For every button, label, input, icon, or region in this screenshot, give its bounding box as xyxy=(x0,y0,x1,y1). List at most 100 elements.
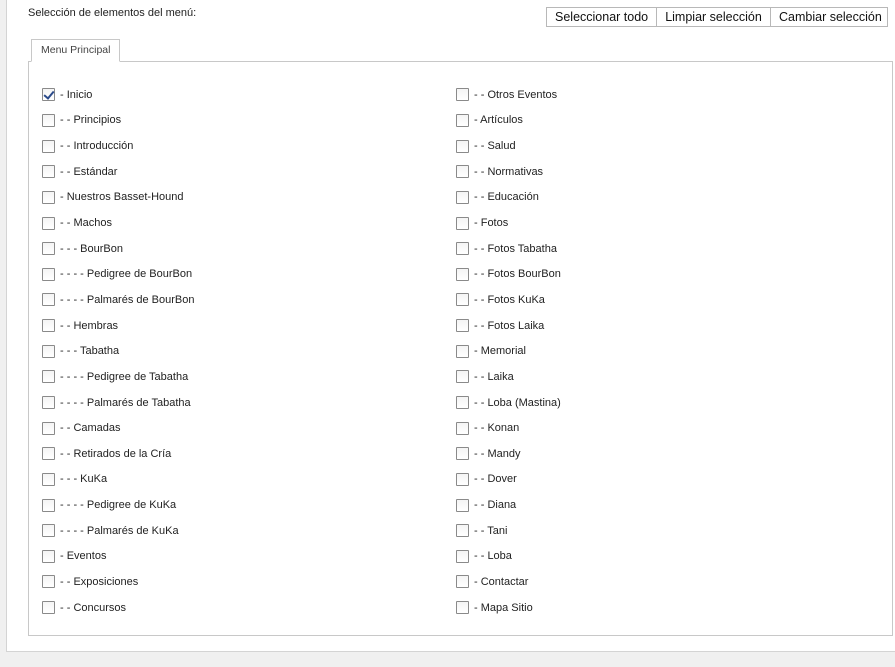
menu-item-checkbox[interactable] xyxy=(456,113,469,127)
menu-item-checkbox[interactable] xyxy=(42,549,55,563)
menu-item-row[interactable]: - - Machos xyxy=(42,210,195,236)
menu-item-row[interactable]: - - Normativas xyxy=(456,159,561,185)
menu-item-checkbox[interactable] xyxy=(42,370,55,384)
menu-item-checkbox[interactable] xyxy=(456,139,469,153)
menu-items-left-column: - Inicio - - Principios - - Introducción - … xyxy=(42,82,195,620)
menu-item-row[interactable]: - Contactar xyxy=(456,569,561,595)
menu-item-row[interactable]: - - Fotos KuKa xyxy=(456,287,561,313)
menu-item-checkbox[interactable] xyxy=(456,396,469,409)
menu-item-row[interactable]: - - - - Palmarés de BourBon xyxy=(42,287,195,313)
menu-item-label: - - Exposiciones xyxy=(60,575,139,588)
menu-item-checkbox[interactable] xyxy=(456,165,469,179)
tab-menu-principal[interactable]: Menu Principal xyxy=(31,39,121,62)
menu-item-row[interactable]: - - Camadas xyxy=(42,415,195,441)
menu-item-checkbox[interactable] xyxy=(456,421,469,435)
menu-item-row[interactable]: - - - - Pedigree de BourBon xyxy=(42,261,195,287)
menu-item-checkbox[interactable] xyxy=(42,575,55,589)
menu-item-row[interactable]: - - Fotos Laika xyxy=(456,313,561,339)
menu-item-checkbox[interactable] xyxy=(42,319,55,333)
menu-item-row[interactable]: - - Konan xyxy=(456,415,561,441)
menu-item-checkbox[interactable] xyxy=(456,524,469,538)
menu-item-checkbox[interactable] xyxy=(456,575,469,589)
clear-selection-button[interactable]: Limpiar selección xyxy=(656,7,771,27)
menu-item-row[interactable]: - - - - Pedigree de KuKa xyxy=(42,492,195,518)
menu-item-row[interactable]: - - - - Palmarés de KuKa xyxy=(42,518,195,544)
menu-item-label: - - Principios xyxy=(60,114,122,127)
menu-item-row[interactable]: - - - Tabatha xyxy=(42,338,195,364)
menu-item-checkbox[interactable] xyxy=(456,293,469,307)
menu-item-checkbox[interactable] xyxy=(42,242,55,256)
menu-item-row[interactable]: - Fotos xyxy=(456,210,561,236)
menu-item-row[interactable]: - Nuestros Basset-Hound xyxy=(42,185,195,211)
menu-item-checkbox[interactable] xyxy=(456,549,469,563)
menu-item-row[interactable]: - - Otros Eventos xyxy=(456,82,561,108)
menu-item-row[interactable]: - - Hembras xyxy=(42,313,195,339)
menu-item-row[interactable]: - Inicio xyxy=(42,82,195,108)
menu-item-checkbox[interactable] xyxy=(42,524,55,538)
menu-item-row[interactable]: - - Dover xyxy=(456,467,561,493)
menu-item-checkbox[interactable] xyxy=(42,421,55,435)
menu-item-row[interactable]: - Artículos xyxy=(456,108,561,134)
menu-item-checkbox[interactable] xyxy=(456,472,469,486)
menu-item-checkbox[interactable] xyxy=(456,190,469,204)
menu-item-checkbox[interactable] xyxy=(42,113,55,127)
menu-item-row[interactable]: - - Diana xyxy=(456,492,561,518)
menu-item-checkbox[interactable] xyxy=(42,498,55,512)
menu-item-checkbox[interactable] xyxy=(456,216,469,230)
menu-item-checkbox[interactable] xyxy=(456,88,469,102)
menu-item-checkbox[interactable] xyxy=(42,396,55,409)
menu-item-row[interactable]: - - Fotos Tabatha xyxy=(456,236,561,262)
menu-item-label: - - Fotos Laika xyxy=(474,319,545,332)
menu-item-checkbox[interactable] xyxy=(42,139,55,153)
menu-item-checkbox[interactable] xyxy=(42,447,55,461)
menu-item-label: - - Machos xyxy=(60,217,112,230)
menu-item-checkbox[interactable] xyxy=(42,216,55,230)
menu-item-checkbox[interactable] xyxy=(456,370,469,384)
menu-item-label: - - Diana xyxy=(474,499,517,512)
menu-item-label: - - - Tabatha xyxy=(60,345,120,358)
menu-item-row[interactable]: - - Salud xyxy=(456,133,561,159)
menu-item-label: - Eventos xyxy=(60,550,107,563)
menu-item-checkbox[interactable] xyxy=(456,447,469,461)
menu-item-checkbox[interactable] xyxy=(42,601,55,615)
menu-item-row[interactable]: - - Mandy xyxy=(456,441,561,467)
menu-item-checkbox[interactable] xyxy=(42,190,55,204)
menu-item-row[interactable]: - Memorial xyxy=(456,338,561,364)
menu-item-checkbox[interactable] xyxy=(42,472,55,486)
menu-item-row[interactable]: - - Concursos xyxy=(42,595,195,621)
menu-item-row[interactable]: - - - KuKa xyxy=(42,467,195,493)
menu-item-checkbox[interactable] xyxy=(456,344,469,358)
menu-item-row[interactable]: - - Introducción xyxy=(42,133,195,159)
menu-item-checkbox[interactable] xyxy=(42,88,55,102)
menu-item-row[interactable]: - - Fotos BourBon xyxy=(456,261,561,287)
menu-item-row[interactable]: - - Retirados de la Cría xyxy=(42,441,195,467)
menu-item-row[interactable]: - - Laika xyxy=(456,364,561,390)
section-label: Selección de elementos del menú: xyxy=(28,7,197,19)
menu-item-row[interactable]: - - Educación xyxy=(456,185,561,211)
menu-item-row[interactable]: - - - - Pedigree de Tabatha xyxy=(42,364,195,390)
menu-item-checkbox[interactable] xyxy=(42,293,55,307)
menu-item-row[interactable]: - Mapa Sitio xyxy=(456,595,561,621)
menu-item-checkbox[interactable] xyxy=(456,267,469,281)
menu-item-checkbox[interactable] xyxy=(42,344,55,358)
menu-item-row[interactable]: - - Estándar xyxy=(42,159,195,185)
select-all-button[interactable]: Seleccionar todo xyxy=(546,7,657,27)
menu-item-row[interactable]: - - Loba (Mastina) xyxy=(456,390,561,416)
menu-item-row[interactable]: - - - - Palmarés de Tabatha xyxy=(42,390,195,416)
menu-item-checkbox[interactable] xyxy=(456,242,469,256)
menu-item-row[interactable]: - - - BourBon xyxy=(42,236,195,262)
menu-item-row[interactable]: - - Exposiciones xyxy=(42,569,195,595)
menu-item-row[interactable]: - - Loba xyxy=(456,544,561,570)
menu-item-label: - - - - Palmarés de Tabatha xyxy=(60,396,191,409)
menu-item-label: - Mapa Sitio xyxy=(474,601,533,614)
menu-items-panel: - Inicio - - Principios - - Introducción - … xyxy=(28,61,893,636)
menu-item-row[interactable]: - - Tani xyxy=(456,518,561,544)
menu-item-checkbox[interactable] xyxy=(456,498,469,512)
menu-item-checkbox[interactable] xyxy=(456,319,469,333)
menu-item-checkbox[interactable] xyxy=(456,601,469,615)
menu-item-row[interactable]: - - Principios xyxy=(42,108,195,134)
menu-item-checkbox[interactable] xyxy=(42,267,55,281)
menu-item-checkbox[interactable] xyxy=(42,165,55,179)
toggle-selection-button[interactable]: Cambiar selección xyxy=(770,7,888,27)
menu-item-row[interactable]: - Eventos xyxy=(42,544,195,570)
